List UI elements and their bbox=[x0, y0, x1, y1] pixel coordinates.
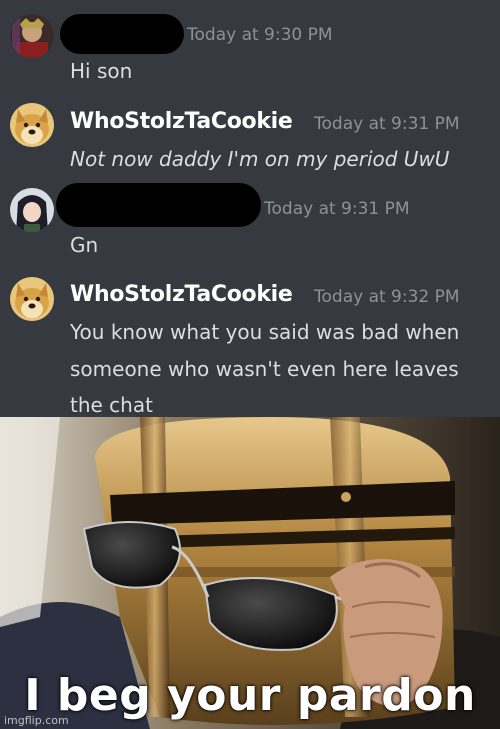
message-text-line-2: someone who wasn't even here leaves bbox=[70, 357, 459, 381]
timestamp: Today at 9:32 PM bbox=[314, 287, 460, 307]
knight-helmet-photo: I beg your pardon imgflip.com bbox=[0, 417, 500, 729]
doge-avatar[interactable] bbox=[10, 277, 54, 321]
timestamp: Today at 9:31 PM bbox=[264, 199, 410, 219]
message-text: Gn bbox=[70, 233, 99, 257]
username[interactable]: WhoStolzTaCookie bbox=[70, 282, 293, 307]
doge-avatar[interactable] bbox=[10, 103, 54, 147]
username[interactable]: WhoStolzTaCookie bbox=[70, 109, 293, 134]
message-text-line-1: You know what you said was bad when bbox=[70, 320, 460, 344]
message-text: Hi son bbox=[70, 59, 133, 83]
watermark: imgflip.com bbox=[4, 714, 69, 727]
timestamp: Today at 9:31 PM bbox=[314, 114, 460, 134]
chat-panel: Today at 9:30 PM Hi son WhoStolzTaCookie… bbox=[0, 0, 500, 417]
avatar[interactable] bbox=[10, 188, 54, 232]
redacted-username bbox=[56, 183, 261, 227]
redacted-username bbox=[60, 14, 184, 54]
timestamp: Today at 9:30 PM bbox=[187, 25, 333, 45]
avatar[interactable] bbox=[10, 14, 54, 58]
message-text: Not now daddy I'm on my period UwU bbox=[70, 147, 450, 171]
meme-caption: I beg your pardon bbox=[24, 670, 476, 721]
